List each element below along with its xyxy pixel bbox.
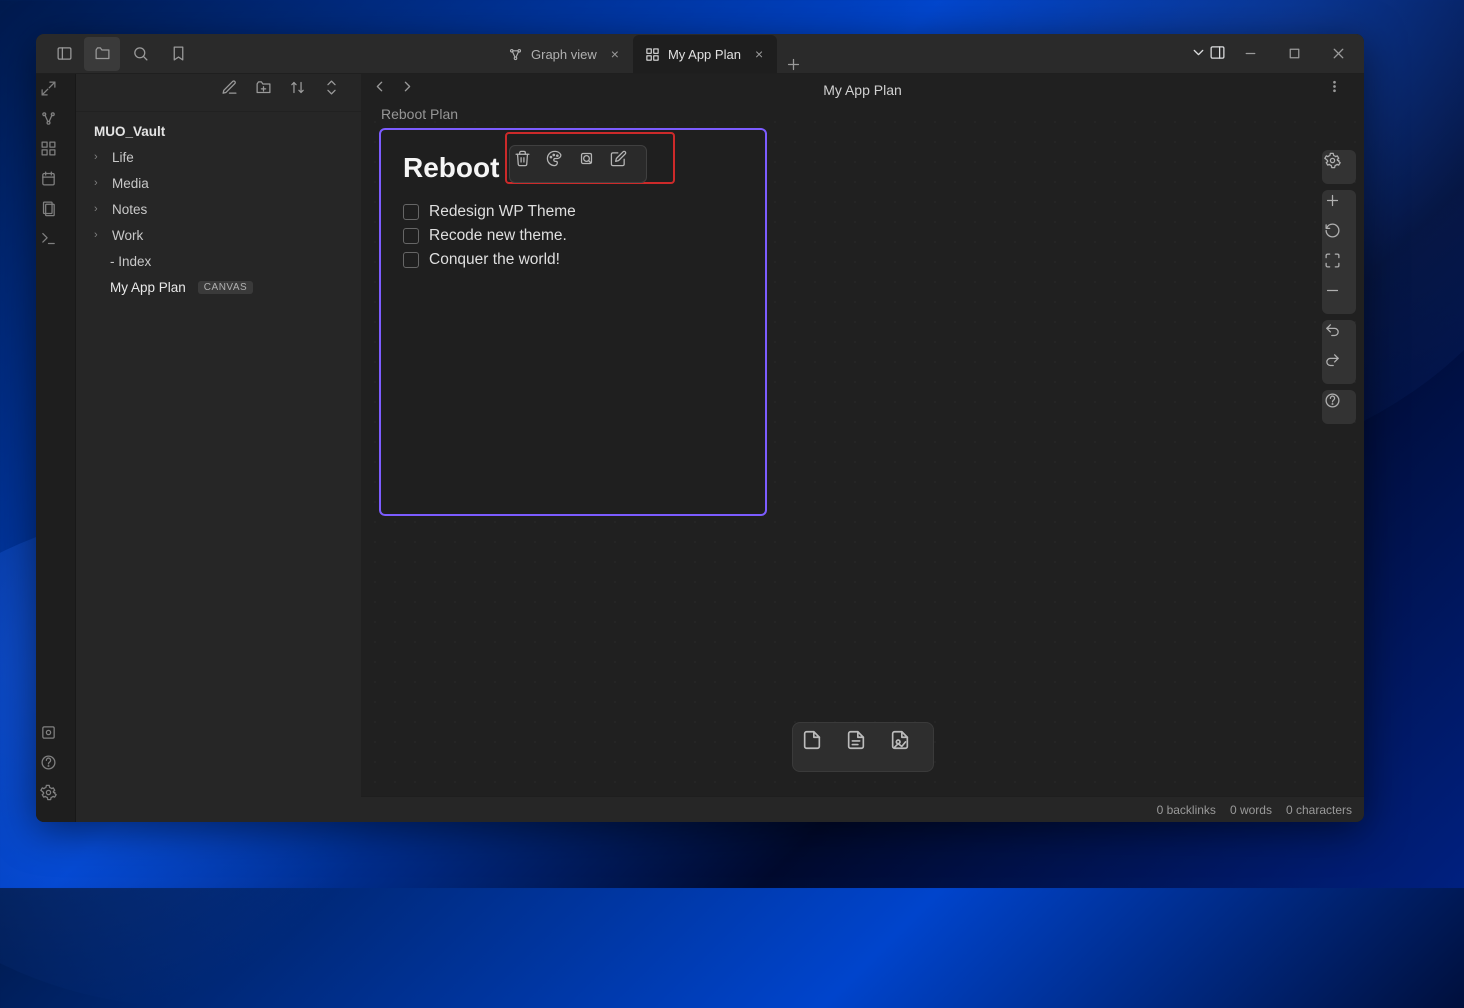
command-palette-icon[interactable]	[40, 230, 72, 260]
chevron-right-icon: ›	[94, 229, 108, 241]
canvas-right-tools	[1322, 150, 1356, 424]
chevron-right-icon: ›	[94, 177, 108, 189]
nav-back-icon[interactable]	[371, 78, 399, 106]
checkbox[interactable]	[403, 204, 419, 220]
tabs: Graph view × My App Plan ×	[496, 34, 809, 73]
tab-label: My App Plan	[668, 47, 741, 62]
redo-icon[interactable]	[1324, 352, 1354, 382]
sort-icon[interactable]	[289, 79, 317, 107]
tab-dropdown-icon[interactable]	[1190, 44, 1207, 64]
close-button[interactable]	[1316, 37, 1360, 71]
folder-notes[interactable]: ›Notes	[84, 196, 353, 222]
settings-icon[interactable]	[40, 784, 72, 814]
folder-work[interactable]: ›Work	[84, 222, 353, 248]
titlebar: Graph view × My App Plan ×	[36, 34, 1364, 74]
new-note-icon[interactable]	[221, 79, 249, 107]
toggle-left-sidebar-icon[interactable]	[46, 37, 82, 71]
collapse-icon[interactable]	[323, 79, 351, 107]
canvas-help-icon[interactable]	[1324, 392, 1354, 422]
status-bar: 0 backlinks 0 words 0 characters	[361, 796, 1364, 822]
status-characters: 0 characters	[1286, 803, 1352, 817]
left-ribbon	[36, 74, 76, 822]
card-floating-toolbar	[509, 145, 647, 183]
chevron-right-icon: ›	[94, 203, 108, 215]
daily-note-icon[interactable]	[40, 170, 72, 200]
delete-icon[interactable]	[514, 150, 546, 178]
files-icon[interactable]	[84, 37, 120, 71]
canvas-surface[interactable]: Reboot Plan Reboot Plan Redesign WP Them…	[361, 110, 1364, 796]
quick-switcher-icon[interactable]	[40, 80, 72, 110]
new-folder-icon[interactable]	[255, 79, 283, 107]
templates-icon[interactable]	[40, 200, 72, 230]
task-row[interactable]: Recode new theme.	[403, 224, 743, 248]
narrow-icon[interactable]	[578, 150, 610, 178]
task-row[interactable]: Conquer the world!	[403, 248, 743, 272]
zoom-out-icon[interactable]	[1324, 282, 1354, 312]
close-tab-icon[interactable]: ×	[755, 46, 763, 62]
file-index[interactable]: - Index	[84, 248, 353, 274]
task-row[interactable]: Redesign WP Theme	[403, 200, 743, 224]
toggle-right-sidebar-icon[interactable]	[1209, 44, 1226, 64]
chevron-right-icon: ›	[94, 151, 108, 163]
new-tab-button[interactable]	[777, 56, 809, 73]
more-options-icon[interactable]	[1326, 78, 1354, 106]
help-icon[interactable]	[40, 754, 72, 784]
checkbox[interactable]	[403, 252, 419, 268]
canvas-bottom-dock	[792, 722, 934, 772]
status-backlinks: 0 backlinks	[1157, 803, 1216, 817]
app-window: Graph view × My App Plan ×	[36, 34, 1364, 822]
vault-name[interactable]: MUO_Vault	[84, 118, 353, 144]
minimize-button[interactable]	[1228, 37, 1272, 71]
tab-label: Graph view	[531, 47, 597, 62]
canvas-badge: CANVAS	[198, 281, 253, 294]
bookmark-icon[interactable]	[160, 37, 196, 71]
zoom-reset-icon[interactable]	[1324, 222, 1354, 252]
canvas-icon	[645, 47, 660, 62]
main-area: My App Plan Reboot Plan Reboot Plan Rede…	[361, 74, 1364, 822]
close-tab-icon[interactable]: ×	[611, 46, 619, 62]
zoom-in-icon[interactable]	[1324, 192, 1354, 222]
canvas-card[interactable]: Reboot Plan Redesign WP Theme Recode new…	[379, 128, 767, 516]
graph-icon	[508, 47, 523, 62]
status-words: 0 words	[1230, 803, 1272, 817]
zoom-fit-icon[interactable]	[1324, 252, 1354, 282]
folder-media[interactable]: ›Media	[84, 170, 353, 196]
file-explorer: MUO_Vault ›Life ›Media ›Notes ›Work - In…	[76, 74, 361, 822]
add-media-icon[interactable]	[889, 729, 925, 765]
add-card-icon[interactable]	[801, 729, 837, 765]
undo-icon[interactable]	[1324, 322, 1354, 352]
search-icon[interactable]	[122, 37, 158, 71]
color-icon[interactable]	[546, 150, 578, 178]
canvas-new-icon[interactable]	[40, 140, 72, 170]
graph-view-icon[interactable]	[40, 110, 72, 140]
edit-icon[interactable]	[610, 150, 642, 178]
vault-icon[interactable]	[40, 724, 72, 754]
file-my-app-plan[interactable]: My App Plan CANVAS	[84, 274, 353, 300]
tab-graph-view[interactable]: Graph view ×	[496, 35, 633, 73]
nav-forward-icon[interactable]	[399, 78, 427, 106]
maximize-button[interactable]	[1272, 37, 1316, 71]
card-label-above: Reboot Plan	[381, 106, 458, 122]
add-note-icon[interactable]	[845, 729, 881, 765]
canvas-settings-icon[interactable]	[1324, 152, 1354, 182]
tab-my-app-plan[interactable]: My App Plan ×	[633, 35, 777, 73]
checkbox[interactable]	[403, 228, 419, 244]
folder-life[interactable]: ›Life	[84, 144, 353, 170]
